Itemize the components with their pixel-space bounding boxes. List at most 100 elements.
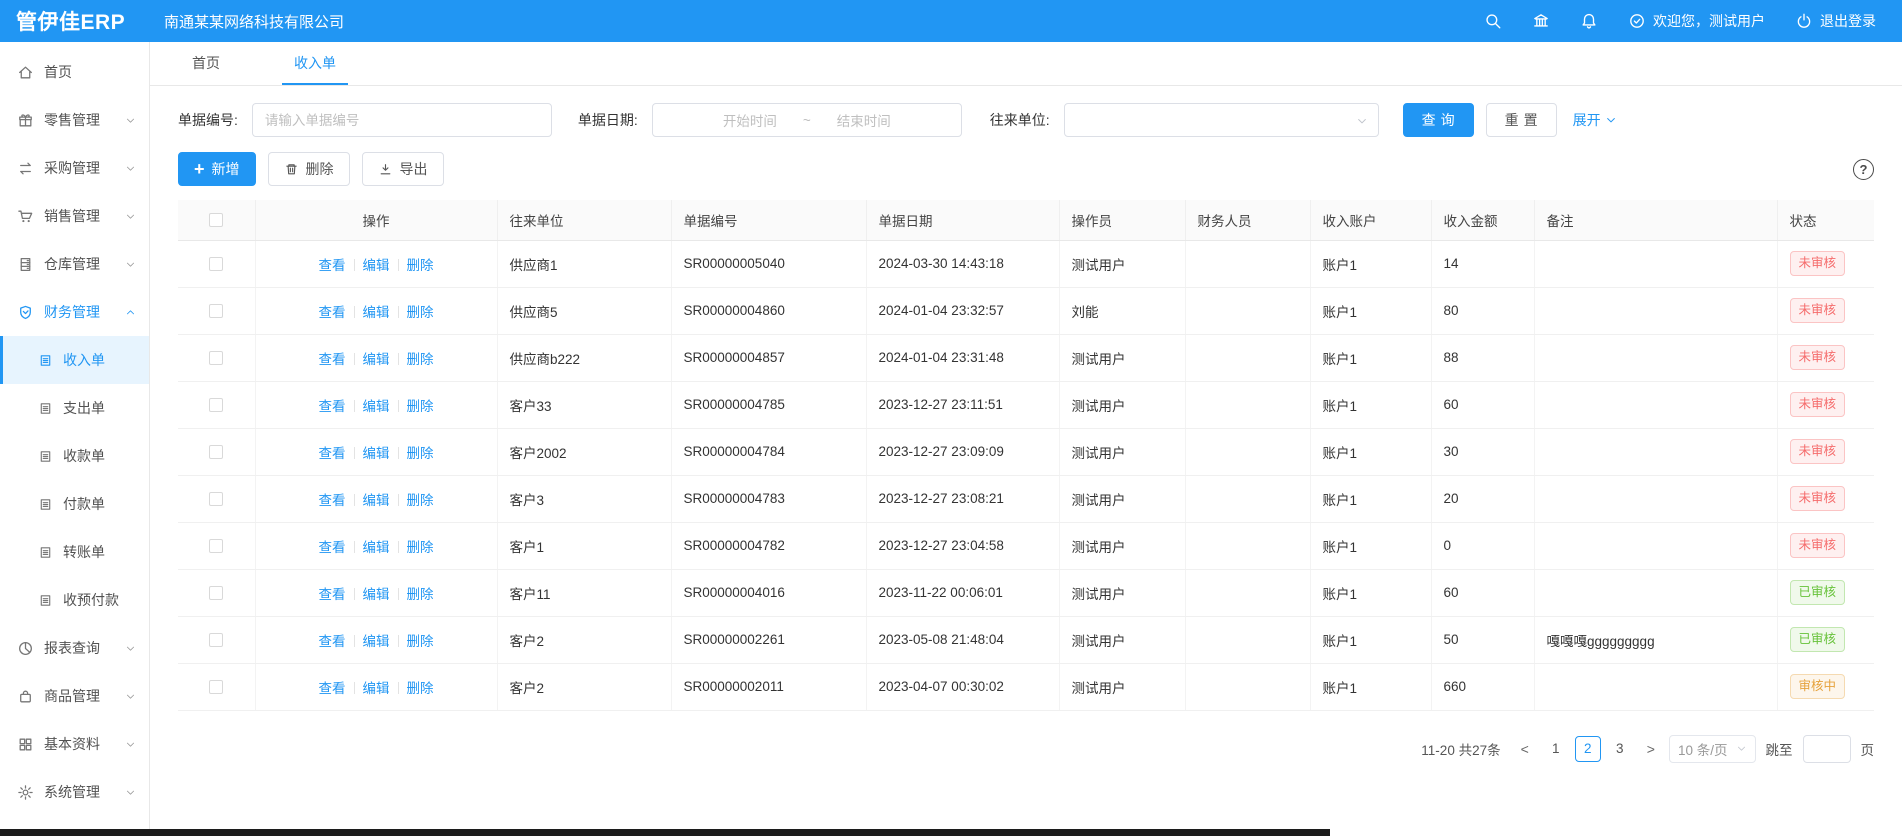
- view-link[interactable]: 查看: [319, 587, 346, 602]
- sidebar-item-cart-3[interactable]: 销售管理: [0, 192, 149, 240]
- row-checkbox[interactable]: [209, 257, 223, 271]
- view-link[interactable]: 查看: [319, 446, 346, 461]
- page-button-3[interactable]: 3: [1607, 736, 1633, 762]
- edit-link[interactable]: 编辑: [363, 305, 390, 320]
- row-checkbox[interactable]: [209, 633, 223, 647]
- delete-link[interactable]: 删除: [407, 352, 434, 367]
- sidebar-item-bag-13[interactable]: 商品管理: [0, 672, 149, 720]
- row-checkbox[interactable]: [209, 492, 223, 506]
- chevron-down-icon: [125, 259, 136, 270]
- select-all-checkbox[interactable]: [209, 213, 223, 227]
- cell-bill_date: 2023-05-08 21:48:04: [866, 616, 1059, 663]
- view-link[interactable]: 查看: [319, 258, 346, 273]
- view-link[interactable]: 查看: [319, 305, 346, 320]
- sidebar-item-label: 转账单: [63, 542, 105, 562]
- date-range-picker[interactable]: 开始时间 ~ 结束时间: [652, 103, 962, 137]
- sidebar-item-doc-8[interactable]: 收款单: [0, 432, 149, 480]
- window-edge: [0, 829, 1330, 836]
- bell-icon[interactable]: [1580, 12, 1598, 30]
- sidebar-item-doc-10[interactable]: 转账单: [0, 528, 149, 576]
- delete-link[interactable]: 删除: [407, 493, 434, 508]
- edit-link[interactable]: 编辑: [363, 258, 390, 273]
- sidebar-item-doc-7[interactable]: 支出单: [0, 384, 149, 432]
- delete-link[interactable]: 删除: [407, 305, 434, 320]
- delete-link[interactable]: 删除: [407, 681, 434, 696]
- sidebar-item-swap-2[interactable]: 采购管理: [0, 144, 149, 192]
- jump-page-input[interactable]: [1803, 735, 1851, 763]
- edit-link[interactable]: 编辑: [363, 634, 390, 649]
- sidebar-item-pie-12[interactable]: 报表查询: [0, 624, 149, 672]
- edit-link[interactable]: 编辑: [363, 587, 390, 602]
- sidebar-item-label: 系统管理: [44, 782, 100, 802]
- row-checkbox[interactable]: [209, 539, 223, 553]
- partner-select[interactable]: [1064, 103, 1379, 137]
- edit-link[interactable]: 编辑: [363, 681, 390, 696]
- page-button-1[interactable]: 1: [1543, 736, 1569, 762]
- sidebar-item-gear-15[interactable]: 系统管理: [0, 768, 149, 816]
- edit-link[interactable]: 编辑: [363, 540, 390, 555]
- add-button[interactable]: + 新增: [178, 152, 256, 186]
- tab-0[interactable]: 首页: [180, 42, 232, 85]
- edit-link[interactable]: 编辑: [363, 399, 390, 414]
- expand-link[interactable]: 展开: [1573, 110, 1617, 130]
- cell-bill_no: SR00000004016: [671, 569, 866, 616]
- sidebar-item-label: 收预付款: [63, 590, 119, 610]
- view-link[interactable]: 查看: [319, 634, 346, 649]
- edit-link[interactable]: 编辑: [363, 446, 390, 461]
- sidebar-item-doc-11[interactable]: 收预付款: [0, 576, 149, 624]
- delete-link[interactable]: 删除: [407, 446, 434, 461]
- cell-bill_date: 2023-12-27 23:11:51: [866, 381, 1059, 428]
- cell-bill_date: 2023-11-22 00:06:01: [866, 569, 1059, 616]
- tab-1[interactable]: 收入单: [282, 42, 348, 85]
- sidebar-item-home-0[interactable]: 首页: [0, 48, 149, 96]
- edit-link[interactable]: 编辑: [363, 493, 390, 508]
- row-checkbox[interactable]: [209, 304, 223, 318]
- row-checkbox[interactable]: [209, 351, 223, 365]
- status-badge: 未审核: [1790, 345, 1846, 369]
- delete-link[interactable]: 删除: [407, 399, 434, 414]
- delete-link[interactable]: 删除: [407, 587, 434, 602]
- gift-icon: [17, 112, 34, 129]
- sidebar-item-finance-5[interactable]: 财务管理: [0, 288, 149, 336]
- cell-account: 账户1: [1310, 240, 1431, 287]
- search-icon[interactable]: [1484, 12, 1502, 30]
- help-icon[interactable]: ?: [1853, 159, 1874, 180]
- next-page-button[interactable]: >: [1643, 741, 1659, 757]
- cell-operator: 测试用户: [1059, 240, 1185, 287]
- sidebar-item-grid-14[interactable]: 基本资料: [0, 720, 149, 768]
- sidebar-item-gift-1[interactable]: 零售管理: [0, 96, 149, 144]
- export-button[interactable]: 导出: [362, 152, 444, 186]
- action-divider: [354, 400, 355, 412]
- welcome-user[interactable]: 欢迎您，测试用户: [1628, 11, 1765, 31]
- delete-link[interactable]: 删除: [407, 540, 434, 555]
- page-button-2[interactable]: 2: [1575, 736, 1601, 762]
- row-checkbox[interactable]: [209, 445, 223, 459]
- view-link[interactable]: 查看: [319, 352, 346, 367]
- view-link[interactable]: 查看: [319, 681, 346, 696]
- view-link[interactable]: 查看: [319, 540, 346, 555]
- status-badge: 未审核: [1790, 486, 1846, 510]
- bill-no-input[interactable]: [252, 103, 552, 137]
- row-checkbox[interactable]: [209, 586, 223, 600]
- prev-page-button[interactable]: <: [1517, 741, 1533, 757]
- delete-link[interactable]: 删除: [407, 634, 434, 649]
- row-checkbox[interactable]: [209, 398, 223, 412]
- reset-button[interactable]: 重置: [1486, 103, 1557, 137]
- sidebar-item-label: 仓库管理: [44, 254, 100, 274]
- sidebar-item-doc-9[interactable]: 付款单: [0, 480, 149, 528]
- edit-link[interactable]: 编辑: [363, 352, 390, 367]
- bank-icon[interactable]: [1532, 12, 1550, 30]
- sidebar-item-archive-4[interactable]: 仓库管理: [0, 240, 149, 288]
- delete-link[interactable]: 删除: [407, 258, 434, 273]
- page-size-select[interactable]: 10 条/页: [1669, 735, 1756, 763]
- logout-button[interactable]: 退出登录: [1795, 11, 1876, 31]
- view-link[interactable]: 查看: [319, 399, 346, 414]
- row-checkbox-cell: [178, 287, 255, 334]
- search-button[interactable]: 查询: [1403, 103, 1474, 137]
- view-link[interactable]: 查看: [319, 493, 346, 508]
- delete-button[interactable]: 删除: [268, 152, 350, 186]
- chevron-down-icon: [1736, 743, 1747, 754]
- row-checkbox[interactable]: [209, 680, 223, 694]
- gear-icon: [17, 784, 34, 801]
- sidebar-item-doc-6[interactable]: 收入单: [0, 336, 149, 384]
